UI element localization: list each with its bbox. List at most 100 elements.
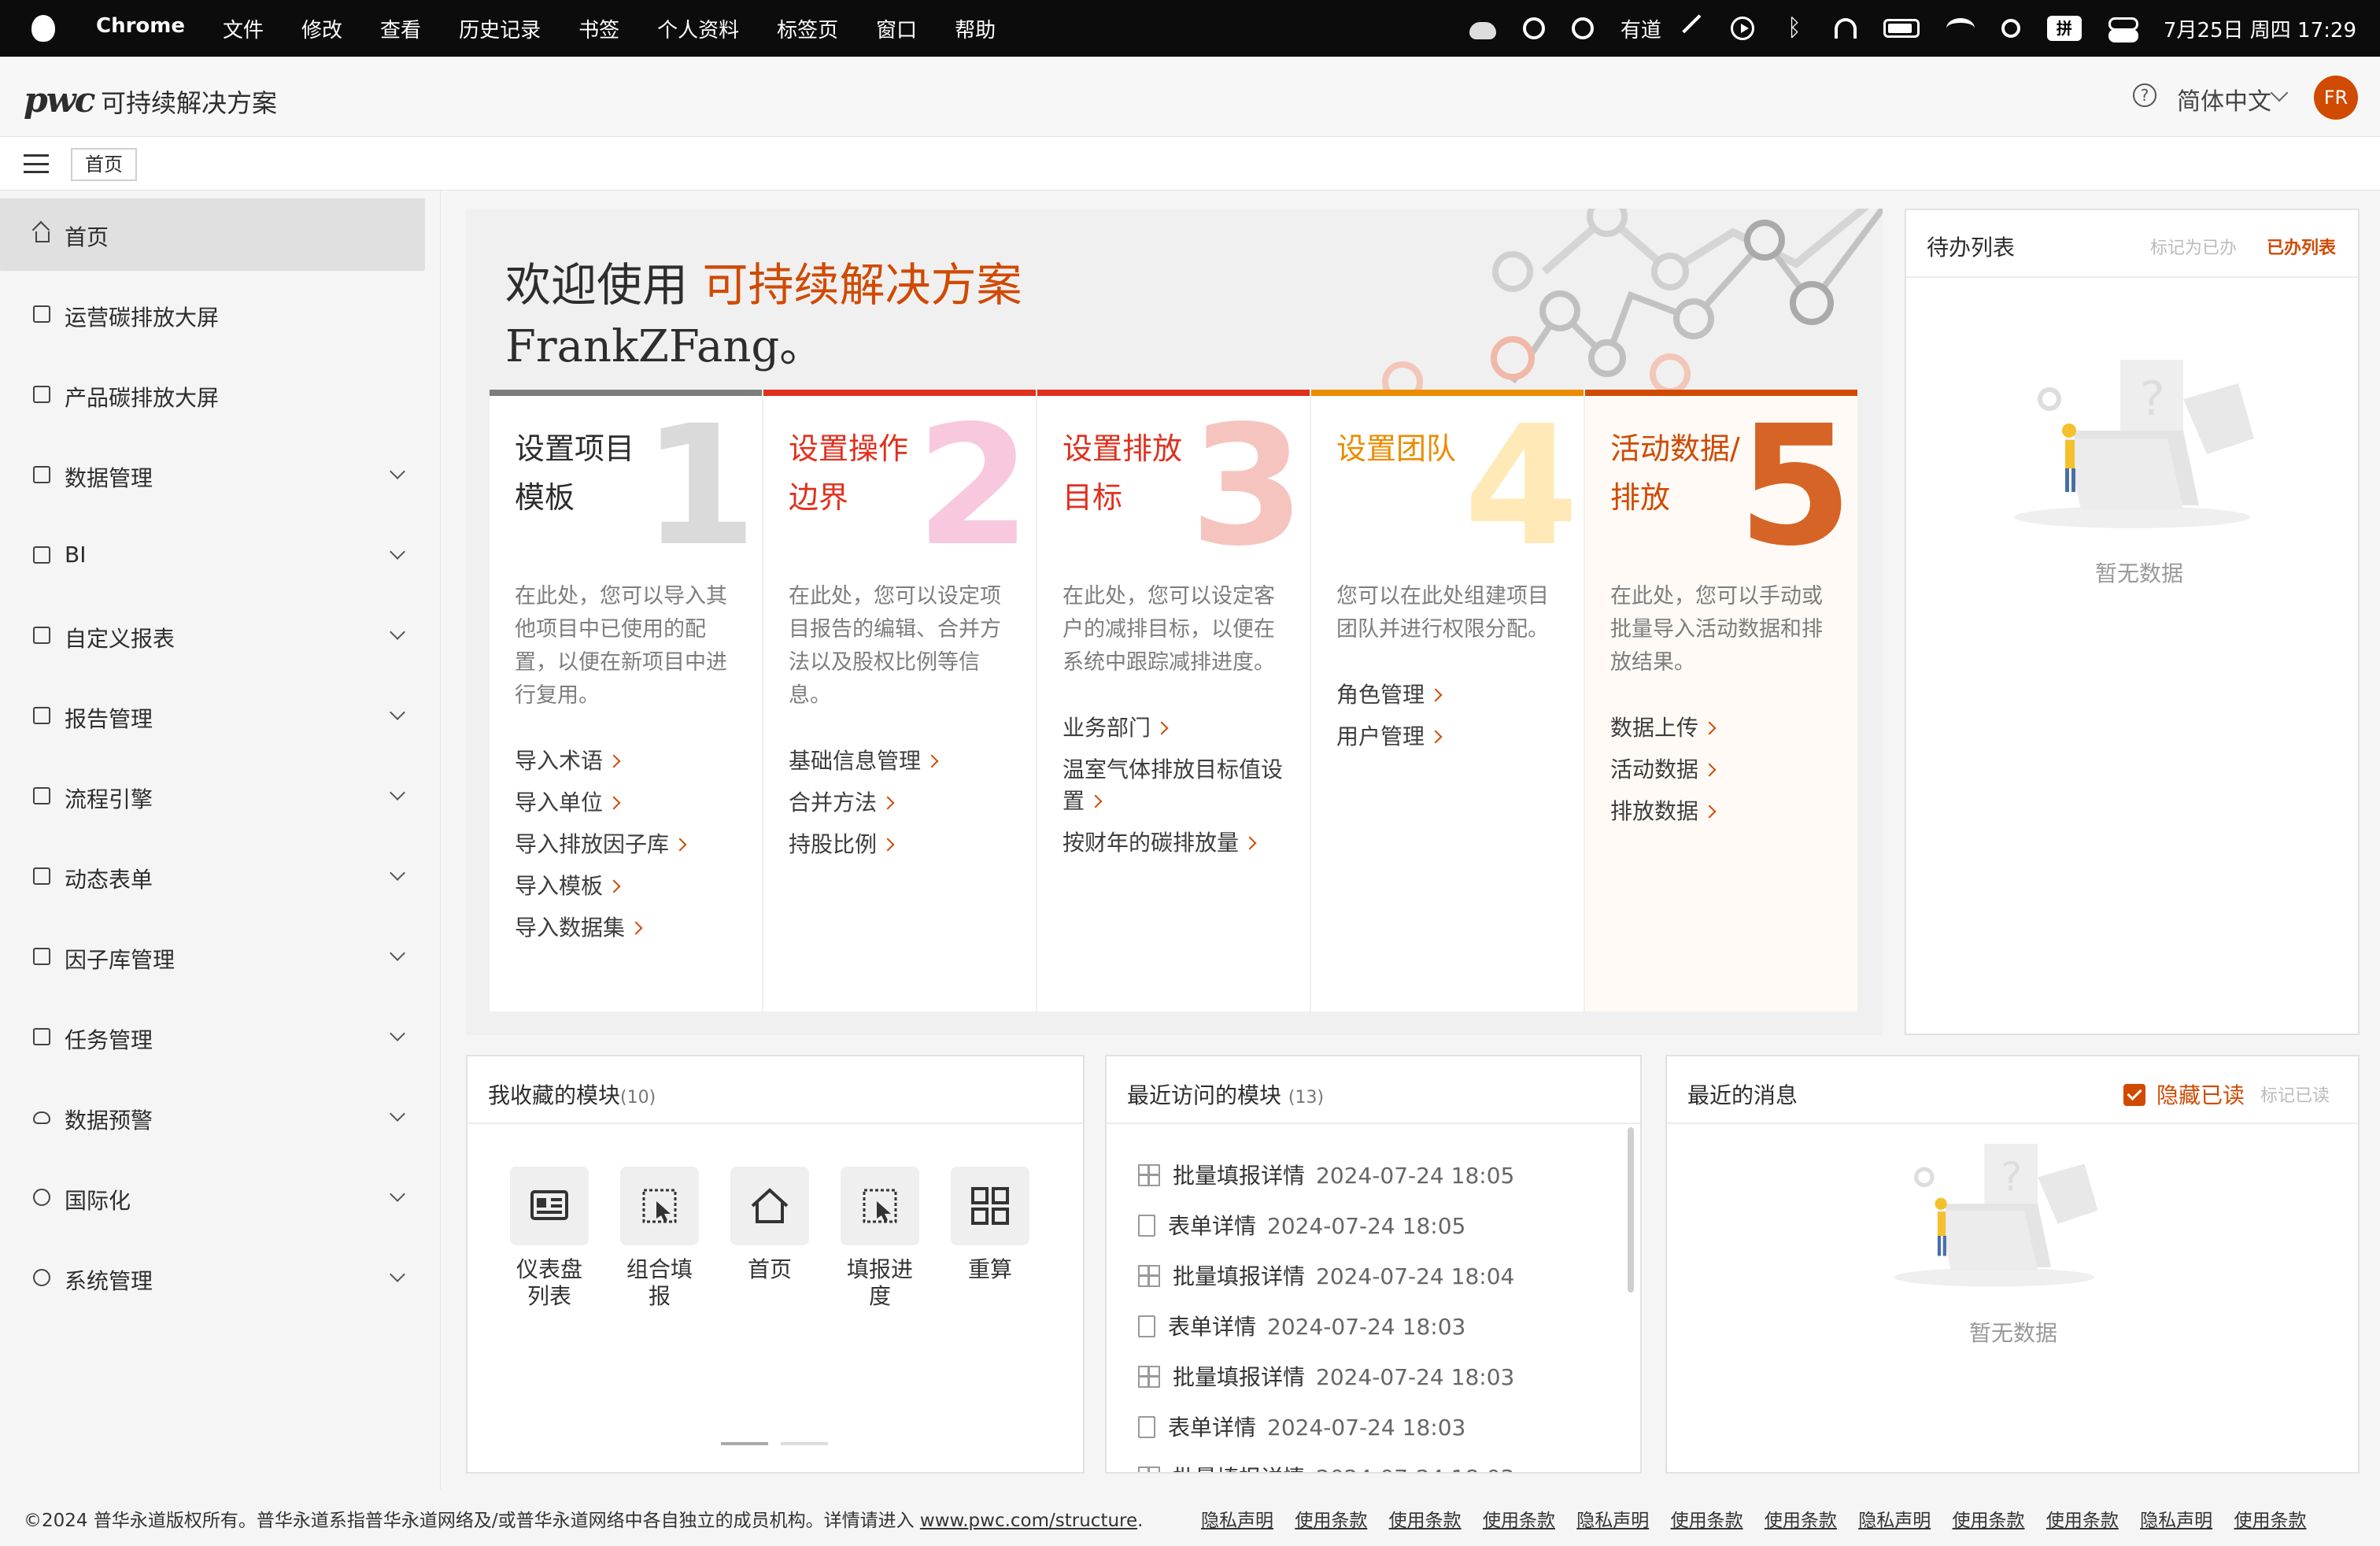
- recent-item[interactable]: 批量填报详情 2024-07-24 18:03: [1138, 1360, 1514, 1392]
- menu-file[interactable]: 文件: [204, 14, 283, 43]
- spotlight-search-icon[interactable]: [2001, 19, 2020, 38]
- link-consolidation-method[interactable]: 合并方法: [789, 787, 1025, 819]
- favorite-reporting-progress[interactable]: 填报进 度: [833, 1167, 927, 1310]
- footer-link-terms[interactable]: 使用条款: [1671, 1511, 1743, 1531]
- link-ghg-target-setting[interactable]: 温室气体排放目标值设置: [1062, 754, 1291, 817]
- link-import-dataset[interactable]: 导入数据集: [515, 912, 751, 944]
- favorite-combined-reporting[interactable]: 组合填 报: [612, 1167, 707, 1310]
- sidebar-item-custom-report[interactable]: 自定义报表: [0, 600, 425, 672]
- play-icon[interactable]: [1730, 17, 1754, 40]
- chevron-down-icon: [390, 464, 405, 479]
- footer-link-terms[interactable]: 使用条款: [1389, 1511, 1462, 1531]
- key-icon[interactable]: [1682, 14, 1710, 43]
- menu-tabs[interactable]: 标签页: [758, 14, 857, 43]
- link-import-units[interactable]: 导入单位: [515, 787, 751, 819]
- sidebar-item-dynamic-form[interactable]: 动态表单: [0, 841, 425, 913]
- sidebar-item-data-management[interactable]: 数据管理: [0, 439, 425, 512]
- sidebar-item-product-carbon-screen[interactable]: 产品碳排放大屏: [0, 359, 425, 431]
- hide-read-checkbox[interactable]: 隐藏已读: [2123, 1078, 2245, 1110]
- mark-read-button[interactable]: 标记已读: [2260, 1082, 2330, 1107]
- menubar-datetime[interactable]: 7月25日 周四 17:29: [2164, 14, 2356, 43]
- bluetooth-icon[interactable]: ᛒ: [1781, 17, 1808, 40]
- tab-home[interactable]: 首页: [71, 148, 137, 181]
- sidebar-item-bi[interactable]: BI: [0, 520, 425, 592]
- input-method-icon[interactable]: 拼: [2046, 16, 2082, 41]
- mark-done-button[interactable]: 标记为已办: [2150, 234, 2237, 259]
- link-role-management[interactable]: 角色管理: [1336, 679, 1572, 711]
- sidebar-item-data-alert[interactable]: 数据预警: [0, 1082, 425, 1154]
- sidebar-item-workflow-engine[interactable]: 流程引擎: [0, 760, 425, 833]
- link-activity-data[interactable]: 活动数据: [1610, 754, 1846, 786]
- step-links: 导入术语 导入单位 导入排放因子库 导入模板 导入数据集: [515, 745, 751, 954]
- headphones-icon[interactable]: [1834, 18, 1857, 39]
- battery-icon[interactable]: [1883, 19, 1920, 38]
- menu-history[interactable]: 历史记录: [440, 14, 560, 43]
- favorite-home[interactable]: 首页: [722, 1167, 817, 1283]
- link-data-upload[interactable]: 数据上传: [1610, 712, 1846, 744]
- link-label: 导入模板: [515, 873, 604, 899]
- footer-link-terms[interactable]: 使用条款: [1295, 1511, 1367, 1531]
- sidebar-item-i18n[interactable]: 国际化: [0, 1162, 425, 1234]
- footer-link-terms[interactable]: 使用条款: [1765, 1511, 1837, 1531]
- footer-link-terms[interactable]: 使用条款: [1953, 1511, 2025, 1531]
- control-center-icon[interactable]: [2108, 17, 2138, 43]
- recent-item[interactable]: 批量填报详情 2024-07-24 18:05: [1138, 1159, 1514, 1190]
- menu-toggle-icon[interactable]: [24, 154, 49, 173]
- done-list-link[interactable]: 已办列表: [2267, 234, 2336, 259]
- favorite-recalculate[interactable]: 重算: [943, 1167, 1037, 1283]
- sidebar-item-ops-carbon-screen[interactable]: 运营碳排放大屏: [0, 279, 425, 351]
- help-icon[interactable]: ?: [2133, 83, 2156, 107]
- sidebar-item-home[interactable]: 首页: [0, 198, 425, 271]
- chevron-right-icon: [1088, 794, 1103, 808]
- footer-link-terms[interactable]: 使用条款: [2046, 1511, 2119, 1531]
- link-shareholding-ratio[interactable]: 持股比例: [789, 829, 1025, 860]
- link-fiscal-year-emissions[interactable]: 按财年的碳排放量: [1062, 827, 1299, 859]
- favorite-dashboard-list[interactable]: 仪表盘 列表: [502, 1167, 597, 1310]
- link-import-terms[interactable]: 导入术语: [515, 745, 751, 777]
- vpn-icon[interactable]: [1571, 17, 1594, 39]
- footer-link-terms[interactable]: 使用条款: [2234, 1511, 2306, 1531]
- user-avatar[interactable]: FR: [2314, 76, 2358, 120]
- carousel-dot[interactable]: [781, 1442, 828, 1445]
- recent-item[interactable]: 批量填报详情 2024-07-24 18:04: [1138, 1259, 1514, 1291]
- recent-item[interactable]: 表单详情 2024-07-24 18:05: [1138, 1209, 1465, 1241]
- link-user-management[interactable]: 用户管理: [1336, 721, 1572, 753]
- gear-status-icon[interactable]: [1522, 17, 1545, 39]
- carousel-dot-active[interactable]: [721, 1442, 768, 1445]
- menu-profiles[interactable]: 个人资料: [638, 14, 758, 43]
- link-import-factor-library[interactable]: 导入排放因子库: [515, 829, 751, 860]
- recent-item[interactable]: 批量填报详情 2024-07-24 18:03: [1138, 1461, 1514, 1472]
- menu-edit[interactable]: 修改: [283, 14, 361, 43]
- welcome-product-name: 可持续解决方案: [702, 258, 1022, 312]
- wifi-icon[interactable]: [1946, 18, 1975, 39]
- link-basic-info[interactable]: 基础信息管理: [789, 745, 1025, 777]
- menu-view[interactable]: 查看: [361, 14, 440, 43]
- recent-scrollbar[interactable]: [1628, 1127, 1634, 1293]
- pwc-logo[interactable]: pwc: [24, 80, 95, 120]
- footer-link-privacy[interactable]: 隐私声明: [2140, 1511, 2212, 1531]
- menu-bookmarks[interactable]: 书签: [560, 14, 638, 43]
- structure-link[interactable]: www.pwc.com/structure: [920, 1511, 1137, 1531]
- recent-item[interactable]: 表单详情 2024-07-24 18:03: [1138, 1310, 1465, 1341]
- link-import-template[interactable]: 导入模板: [515, 871, 751, 902]
- menu-help[interactable]: 帮助: [936, 14, 1014, 43]
- recent-item[interactable]: 表单详情 2024-07-24 18:03: [1138, 1411, 1465, 1442]
- apple-icon[interactable]: [31, 15, 55, 42]
- footer-link-privacy[interactable]: 隐私声明: [1858, 1511, 1931, 1531]
- sidebar-item-factor-library[interactable]: 因子库管理: [0, 921, 425, 993]
- link-business-unit[interactable]: 业务部门: [1062, 712, 1299, 744]
- footer-link-terms[interactable]: 使用条款: [1483, 1511, 1555, 1531]
- cloud-icon[interactable]: [1469, 22, 1496, 39]
- chevron-down-icon[interactable]: [2270, 83, 2289, 102]
- menu-window[interactable]: 窗口: [857, 14, 936, 43]
- footer-link-privacy[interactable]: 隐私声明: [1201, 1511, 1273, 1531]
- link-emission-data[interactable]: 排放数据: [1610, 796, 1846, 827]
- sidebar-item-system-management[interactable]: 系统管理: [0, 1242, 425, 1315]
- sidebar-item-task-management[interactable]: 任务管理: [0, 1001, 425, 1074]
- language-selector[interactable]: 简体中文: [2177, 82, 2271, 117]
- sidebar-item-report-management[interactable]: 报告管理: [0, 680, 425, 753]
- chevron-right-icon: [607, 879, 621, 893]
- footer-link-privacy[interactable]: 隐私声明: [1576, 1511, 1649, 1531]
- menu-app-name[interactable]: Chrome: [77, 14, 204, 43]
- youdao-label[interactable]: 有道: [1621, 14, 1661, 43]
